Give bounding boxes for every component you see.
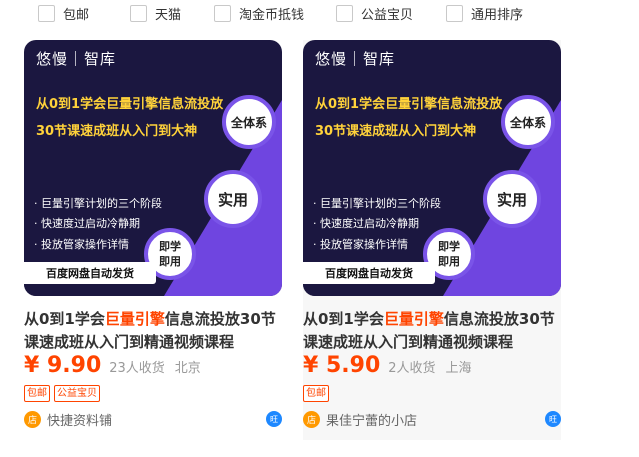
shop-row: 店 果佳宁蕾的小店 旺 <box>303 408 561 430</box>
shop-icon: 店 <box>303 410 320 428</box>
banner-brand: 悠慢｜智库 <box>36 50 117 68</box>
filter-taojinbi[interactable]: 淘金币抵钱 <box>214 3 304 23</box>
tag-charity: 公益宝贝 <box>54 385 100 402</box>
title-keyword: 巨量引擎 <box>383 310 444 328</box>
banner-bullet: · 投放管家操作详情 <box>34 238 129 251</box>
banner-badge: 实用 <box>483 170 541 228</box>
product-image[interactable]: 悠慢｜智库 从0到1学会巨量引擎信息流投放 30节课速成班从入门到大神 全体系 … <box>24 40 282 296</box>
shipping-tag: 百度网盘自动发货 <box>24 262 156 284</box>
product-title[interactable]: 从0到1学会巨量引擎信息流投放30节课速成班从入门到精通视频课程 <box>303 308 561 354</box>
filter-bar: 包邮 天猫 淘金币抵钱 公益宝贝 通用排序 <box>0 0 639 28</box>
filter-label: 天猫 <box>155 7 182 23</box>
filter-label: 公益宝贝 <box>361 7 414 23</box>
checkbox[interactable] <box>336 4 353 22</box>
wangwang-chat-icon[interactable]: 旺 <box>545 411 561 427</box>
price-row: ¥ 5.90 2人收货 上海 <box>303 353 472 379</box>
shipping-tag: 百度网盘自动发货 <box>303 262 435 284</box>
filter-label: 淘金币抵钱 <box>239 7 305 23</box>
tag-list: 包邮 公益宝贝 <box>24 385 100 402</box>
product-card[interactable]: 悠慢｜智库 从0到1学会巨量引擎信息流投放 30节课速成班从入门到大神 全体系 … <box>24 40 282 440</box>
shop-name-link[interactable]: 果佳宁蕾的小店 <box>326 410 417 429</box>
checkbox[interactable] <box>214 4 231 22</box>
title-part: 从0到1学会 <box>303 310 384 328</box>
tag-free-shipping: 包邮 <box>24 385 50 402</box>
filter-label: 包邮 <box>63 7 90 23</box>
title-keyword: 巨量引擎 <box>104 310 165 328</box>
wangwang-chat-icon[interactable]: 旺 <box>266 411 282 427</box>
banner-headline: 30节课速成班从入门到大神 <box>36 124 198 139</box>
banner-badge: 全体系 <box>222 95 276 149</box>
tag-free-shipping: 包邮 <box>303 385 329 402</box>
price-row: ¥ 9.90 23人收货 北京 <box>24 353 201 379</box>
location: 北京 <box>174 361 201 376</box>
product-title[interactable]: 从0到1学会巨量引擎信息流投放30节课速成班从入门到精通视频课程 <box>24 308 282 354</box>
tag-list: 包邮 <box>303 385 329 402</box>
banner-headline: 从0到1学会巨量引擎信息流投放 <box>36 97 224 112</box>
filter-free-shipping[interactable]: 包邮 <box>38 3 89 23</box>
location: 上海 <box>445 361 472 376</box>
filter-charity[interactable]: 公益宝贝 <box>336 3 413 23</box>
banner-brand: 悠慢｜智库 <box>315 50 396 68</box>
checkbox[interactable] <box>446 4 463 22</box>
product-image[interactable]: 悠慢｜智库 从0到1学会巨量引擎信息流投放 30节课速成班从入门到大神 全体系 … <box>303 40 561 296</box>
banner-bullet: · 快速度过启动冷静期 <box>313 217 419 230</box>
price: ¥ 9.90 <box>24 353 102 378</box>
shop-name-link[interactable]: 快捷资料铺 <box>47 410 112 429</box>
shop-row: 店 快捷资料铺 旺 <box>24 408 282 430</box>
filter-general-sort[interactable]: 通用排序 <box>446 3 523 23</box>
sales-count: 23人收货 <box>109 361 165 376</box>
price: ¥ 5.90 <box>303 353 381 378</box>
checkbox[interactable] <box>130 4 147 22</box>
product-card[interactable]: 悠慢｜智库 从0到1学会巨量引擎信息流投放 30节课速成班从入门到大神 全体系 … <box>303 40 561 440</box>
banner-bullet: · 巨量引擎计划的三个阶段 <box>34 197 162 210</box>
banner-bullet: · 投放管家操作详情 <box>313 238 408 251</box>
filter-label: 通用排序 <box>471 7 524 23</box>
banner-headline: 30节课速成班从入门到大神 <box>315 124 477 139</box>
sales-count: 2人收货 <box>388 361 436 376</box>
title-part: 从0到1学会 <box>24 310 105 328</box>
shop-icon: 店 <box>24 410 41 428</box>
banner-badge: 实用 <box>204 170 262 228</box>
filter-tmall[interactable]: 天猫 <box>130 3 181 23</box>
banner-bullet: · 快速度过启动冷静期 <box>34 217 140 230</box>
banner-bullet: · 巨量引擎计划的三个阶段 <box>313 197 441 210</box>
checkbox[interactable] <box>38 4 55 22</box>
banner-headline: 从0到1学会巨量引擎信息流投放 <box>315 97 503 112</box>
banner-badge: 全体系 <box>501 95 555 149</box>
